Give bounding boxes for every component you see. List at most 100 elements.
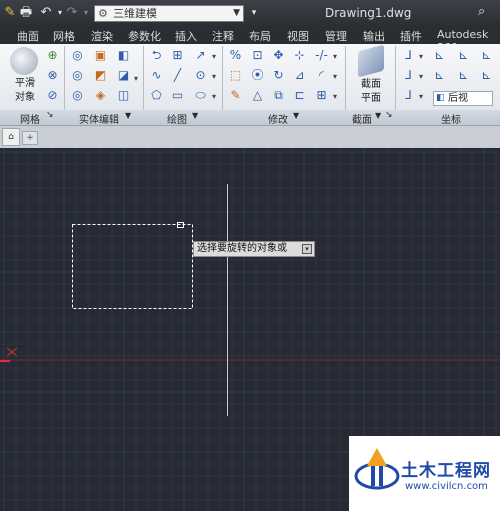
- trim-icon[interactable]: -/-: [313, 47, 330, 64]
- fillet-icon[interactable]: ◜: [313, 67, 330, 84]
- ucs-z-icon[interactable]: ⊾: [455, 67, 472, 84]
- redo-dropdown-icon[interactable]: ▾: [78, 5, 94, 21]
- extrude-faces-icon[interactable]: ▣: [92, 47, 109, 64]
- section-plane-label-1: 截面: [361, 79, 381, 90]
- rectangle-icon[interactable]: ▭: [169, 87, 186, 104]
- ucs-y-icon[interactable]: ⊾: [478, 47, 495, 64]
- chevron-down-icon[interactable]: ▾: [212, 72, 216, 81]
- view-cube-icon: ◧: [436, 93, 445, 103]
- binoculars-icon[interactable]: ⌕: [478, 4, 485, 19]
- panel-title-mesh[interactable]: 网格: [20, 111, 40, 126]
- tab-mesh[interactable]: 网格: [53, 28, 75, 44]
- helix-icon[interactable]: ⊞: [169, 47, 186, 64]
- ucs-origin-icon[interactable]: ⅃: [400, 67, 417, 84]
- gear-icon: ⚙: [98, 7, 108, 20]
- new-tab-button[interactable]: +: [22, 131, 38, 145]
- tab-surface[interactable]: 曲面: [17, 28, 39, 44]
- mirror-icon[interactable]: ⊿: [291, 67, 308, 84]
- polyline-icon[interactable]: ╱: [169, 67, 186, 84]
- chevron-down-icon[interactable]: ▼: [125, 111, 131, 120]
- panel-launcher-icon[interactable]: ↘: [385, 110, 393, 120]
- panel-title-solid-editing[interactable]: 实体编辑: [79, 111, 119, 126]
- section-plane-button[interactable]: [358, 44, 384, 78]
- tab-layout[interactable]: 布局: [249, 28, 271, 44]
- copy-icon[interactable]: ⧉: [270, 87, 287, 104]
- mesh-add-icon[interactable]: ⊕: [44, 47, 61, 64]
- chevron-down-icon[interactable]: ▼: [192, 111, 198, 120]
- chevron-down-icon[interactable]: ▾: [419, 72, 423, 81]
- chevron-down-icon[interactable]: ▾: [419, 92, 423, 101]
- separate-icon[interactable]: ◧: [115, 47, 132, 64]
- scale-icon[interactable]: ⊏: [291, 87, 308, 104]
- chevron-down-icon[interactable]: ▾: [212, 92, 216, 101]
- chevron-down-icon[interactable]: ▾: [134, 74, 138, 83]
- polygon-icon[interactable]: ⬠: [148, 87, 165, 104]
- intersect-icon[interactable]: ◎: [69, 87, 86, 104]
- tab-parametric[interactable]: 参数化: [128, 28, 161, 44]
- panel-launcher-icon[interactable]: ↘: [46, 110, 54, 120]
- panel-title-modify[interactable]: 修改: [268, 111, 288, 126]
- customize-qat-icon[interactable]: ▾: [246, 5, 262, 21]
- app-logo-icon[interactable]: ✎: [2, 5, 18, 21]
- ucs-object-icon[interactable]: ⊾: [478, 67, 495, 84]
- ellipse-icon[interactable]: ⬭: [192, 87, 209, 104]
- ucs-named-icon[interactable]: ⅃: [400, 87, 417, 104]
- panel-title-coordinates[interactable]: 坐标: [441, 111, 461, 126]
- watermark-logo-icon: [354, 448, 400, 490]
- chevron-down-icon[interactable]: ▼: [293, 111, 299, 120]
- offset-faces-icon[interactable]: ◈: [92, 87, 109, 104]
- ribbon-tabs: 曲面 网格 渲染 参数化 插入 注释 布局 视图 管理 输出 插件 Autode…: [0, 26, 500, 54]
- circle-icon[interactable]: ⊙: [192, 67, 209, 84]
- tab-annotate[interactable]: 注释: [212, 28, 234, 44]
- chevron-down-icon[interactable]: ▼: [375, 111, 381, 120]
- tab-render[interactable]: 渲染: [91, 28, 113, 44]
- tab-manage[interactable]: 管理: [325, 28, 347, 44]
- taper-faces-icon[interactable]: ◩: [92, 67, 109, 84]
- union-icon[interactable]: ◎: [69, 47, 86, 64]
- panel-title-bar: [0, 110, 500, 125]
- spline-icon[interactable]: ∿: [148, 67, 165, 84]
- move-icon[interactable]: ✥: [270, 47, 287, 64]
- tab-plugins[interactable]: 插件: [400, 28, 422, 44]
- brush-icon[interactable]: ✎: [227, 87, 244, 104]
- chevron-down-icon[interactable]: ▾: [419, 52, 423, 61]
- mesh-refine-icon[interactable]: ⊗: [44, 67, 61, 84]
- visual-style-label: 后视: [448, 93, 468, 104]
- 3d-rotate-icon[interactable]: ⦿: [249, 67, 266, 84]
- rotate-icon[interactable]: ↻: [270, 67, 287, 84]
- panel-divider: [143, 46, 144, 110]
- ucs-3point-icon[interactable]: ⊾: [431, 67, 448, 84]
- 3d-move-icon[interactable]: ⊡: [249, 47, 266, 64]
- 3d-scale-icon[interactable]: △: [249, 87, 266, 104]
- print-icon[interactable]: 🖶: [18, 5, 34, 21]
- chevron-down-icon[interactable]: ▾: [333, 72, 337, 81]
- tab-output[interactable]: 输出: [363, 28, 385, 44]
- watermark-url: www.civilcn.com: [405, 481, 488, 492]
- chevron-down-icon[interactable]: ▾: [333, 52, 337, 61]
- chevron-down-icon[interactable]: ▾: [212, 52, 216, 61]
- workspace-select[interactable]: ⚙ 三维建模 ▼: [94, 5, 244, 22]
- ucs-icon[interactable]: ⅃: [400, 47, 417, 64]
- percent-icon[interactable]: %: [227, 47, 244, 64]
- subtract-icon[interactable]: ◎: [69, 67, 86, 84]
- panel-title-section[interactable]: 截面: [352, 111, 372, 126]
- section-plane-label-2: 平面: [361, 93, 381, 104]
- tab-view[interactable]: 视图: [287, 28, 309, 44]
- shell-icon[interactable]: ◪: [115, 67, 132, 84]
- ucs-world-icon[interactable]: ⊾: [431, 47, 448, 64]
- visual-style-select[interactable]: ◧ 后视: [433, 91, 493, 106]
- smooth-object-button[interactable]: [10, 47, 38, 75]
- line-icon[interactable]: ↗: [192, 47, 209, 64]
- imprint-icon[interactable]: ◫: [115, 87, 132, 104]
- panel-title-draw[interactable]: 绘图: [167, 111, 187, 126]
- tab-insert[interactable]: 插入: [175, 28, 197, 44]
- grid-array-icon[interactable]: ⊞: [313, 87, 330, 104]
- polysolid-icon[interactable]: ⮌: [148, 47, 165, 64]
- ucs-x-icon[interactable]: ⊾: [455, 47, 472, 64]
- mesh-crease-icon[interactable]: ⊘: [44, 87, 61, 104]
- prompt-options-button[interactable]: ▾: [302, 244, 312, 254]
- start-tab[interactable]: ⌂: [2, 128, 20, 146]
- 3d-align-icon[interactable]: ⬚: [227, 67, 244, 84]
- array-icon[interactable]: ⊹: [291, 47, 308, 64]
- chevron-down-icon[interactable]: ▾: [333, 92, 337, 101]
